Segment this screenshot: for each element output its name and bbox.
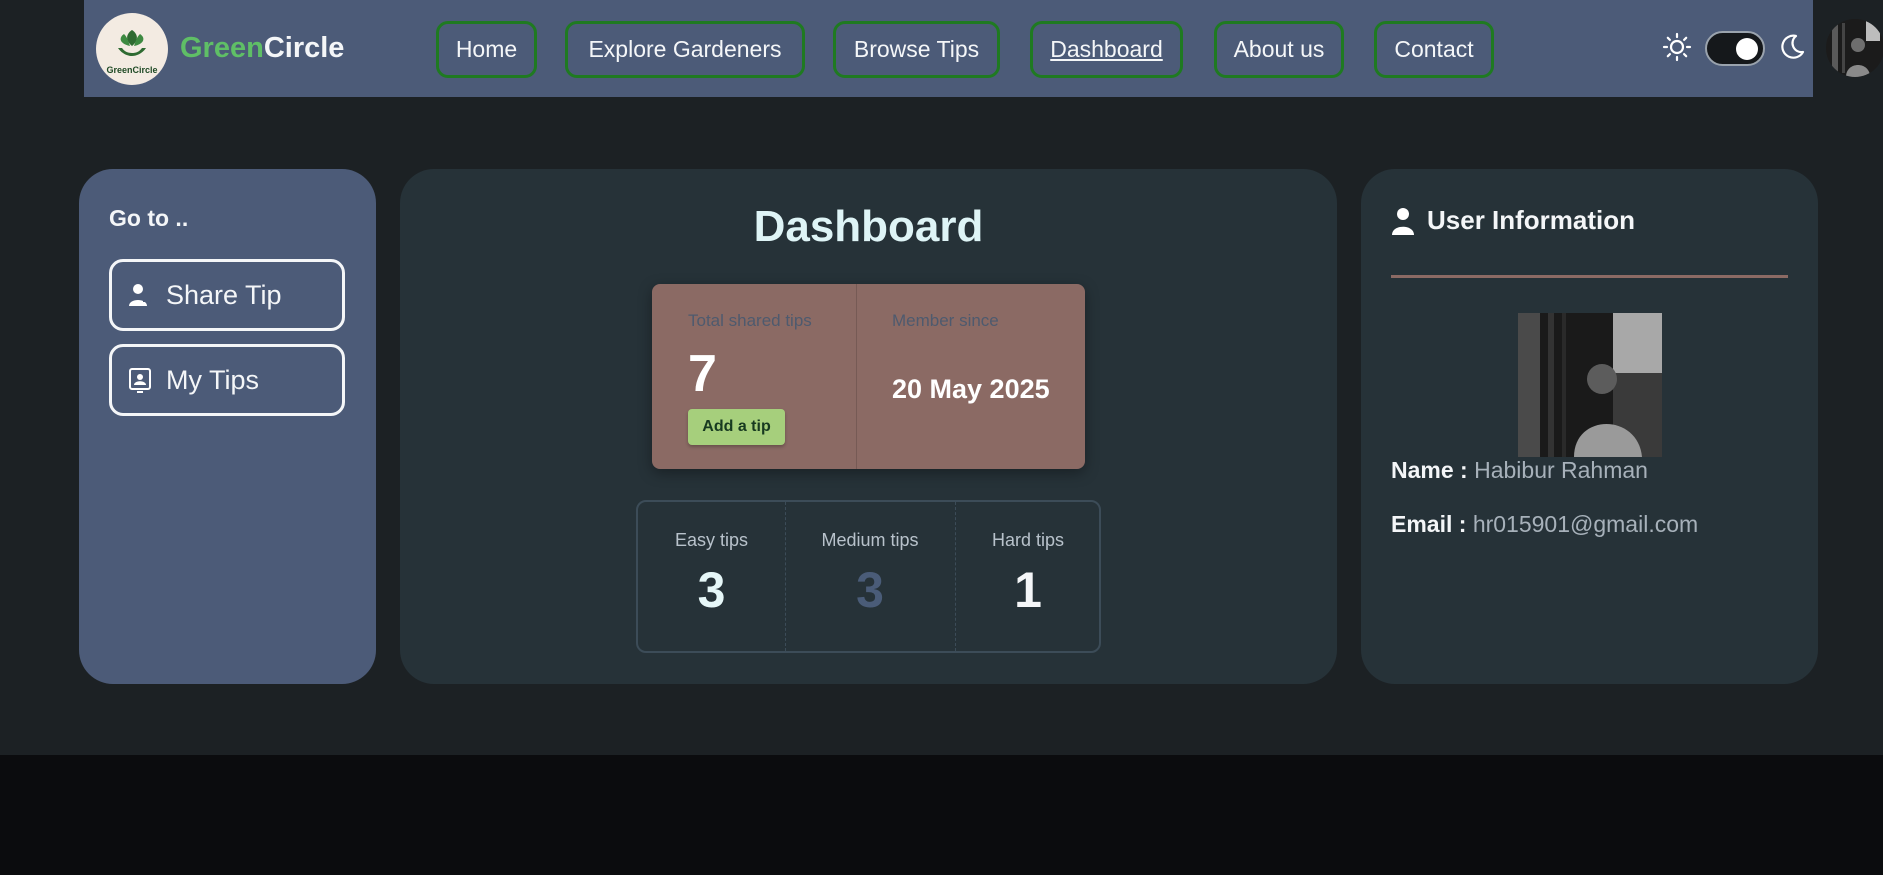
easy-tips-value: 3 (697, 562, 726, 618)
navbar: GreenCircle GreenCircle Home Explore Gar… (84, 0, 1883, 97)
nav-explore-gardeners[interactable]: Explore Gardeners (565, 21, 805, 78)
nav-explore-gardeners-label: Explore Gardeners (588, 36, 782, 62)
nav-about-us-label: About us (1233, 36, 1325, 62)
dashboard-panel: Dashboard Total shared tips 7 Add a tip … (400, 169, 1337, 684)
user-name-row: Name : Habibur Rahman (1391, 457, 1648, 484)
hard-tips-label: Hard tips (991, 530, 1065, 550)
sidebar-item-label: My Tips (166, 364, 260, 395)
email-value: hr015901@gmail.com (1472, 511, 1699, 537)
member-since-value: 20 May 2025 (892, 374, 1050, 404)
nav-about-us[interactable]: About us (1214, 21, 1344, 78)
sidebar: Go to .. Share Tip My Tips (79, 169, 376, 684)
sidebar-item-share-tip[interactable]: Share Tip (109, 259, 345, 331)
hard-tips-stat: Hard tips 1 (955, 502, 1101, 651)
user-icon (1392, 207, 1414, 235)
theme-toggle[interactable] (1705, 31, 1765, 66)
name-label: Name : (1391, 457, 1468, 483)
sidebar-item-label: Share Tip (166, 279, 282, 310)
sidebar-title: Go to .. (109, 205, 189, 231)
logo[interactable]: GreenCircle (96, 13, 168, 85)
nav-contact[interactable]: Contact (1374, 21, 1494, 78)
add-tip-button[interactable]: Add a tip (688, 409, 785, 445)
user-info-title: User Information (1427, 205, 1636, 235)
email-label: Email : (1391, 511, 1467, 537)
nav-dashboard[interactable]: Dashboard (1030, 21, 1183, 78)
logo-text: GreenCircle (106, 64, 158, 75)
nav-home-label: Home (455, 36, 518, 62)
brand-name-circle: Circle (263, 32, 345, 64)
avatar[interactable] (1826, 19, 1883, 77)
user-info-divider (1391, 275, 1788, 278)
total-tips-label: Total shared tips (688, 311, 812, 330)
stats-card: Total shared tips 7 Add a tip Member sin… (652, 284, 1085, 469)
user-info-header: User Information (1391, 205, 1635, 236)
nav-home[interactable]: Home (436, 21, 537, 78)
total-tips-value: 7 (688, 345, 717, 403)
medium-tips-label: Medium tips (821, 530, 919, 550)
easy-tips-label: Easy tips (674, 530, 749, 550)
brand-name[interactable]: GreenCircle (180, 32, 344, 65)
hard-tips-value: 1 (1014, 562, 1042, 618)
user-email-row: Email : hr015901@gmail.com (1391, 511, 1698, 538)
difficulty-card: Easy tips 3 Medium tips 3 Hard tips 1 (636, 500, 1101, 653)
stats-divider (856, 284, 857, 469)
brand-name-green: Green (180, 32, 264, 64)
nav-dashboard-label: Dashboard (1050, 36, 1163, 62)
user-info-panel: User Information Name : Habibur Rahman E… (1361, 169, 1818, 684)
id-card-icon (129, 368, 151, 393)
user-photo-icon (1826, 19, 1883, 77)
medium-tips-stat: Medium tips 3 (785, 502, 955, 651)
medium-tips-value: 3 (856, 562, 884, 618)
profile-photo (1518, 313, 1662, 457)
member-since-label: Member since (892, 311, 999, 330)
nav-browse-tips[interactable]: Browse Tips (833, 21, 1000, 78)
user-share-icon (129, 284, 152, 306)
name-value: Habibur Rahman (1474, 457, 1648, 483)
easy-tips-stat: Easy tips 3 (638, 502, 785, 651)
moon-icon (1781, 34, 1805, 59)
sun-icon (1662, 32, 1692, 62)
sidebar-item-my-tips[interactable]: My Tips (109, 344, 345, 416)
page-title: Dashboard (753, 202, 984, 251)
nav-contact-label: Contact (1394, 36, 1474, 62)
user-photo-icon (1518, 313, 1662, 457)
nav-browse-tips-label: Browse Tips (853, 36, 980, 62)
leaf-hands-icon (118, 29, 146, 56)
theme-toggle-knob (1736, 38, 1758, 60)
